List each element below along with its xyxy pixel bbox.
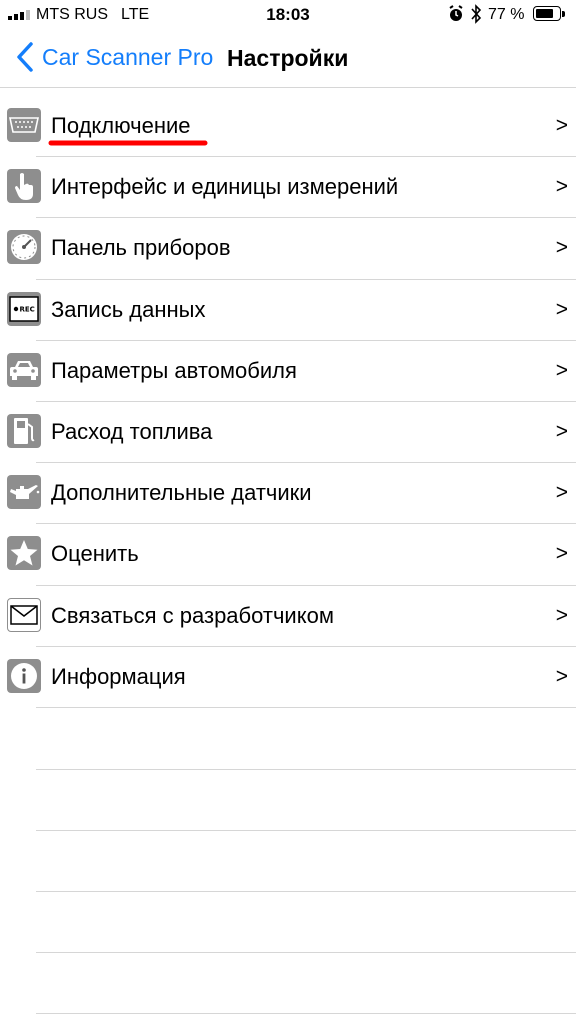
settings-item-label: Подключение xyxy=(51,113,191,138)
empty-divider xyxy=(36,830,576,831)
back-button-label: Car Scanner Pro xyxy=(42,43,214,70)
settings-item-rate[interactable]: Оценить > xyxy=(0,524,576,586)
oil-can-icon xyxy=(7,475,41,510)
divider xyxy=(36,706,576,708)
settings-item-contact-developer[interactable]: Связаться с разработчиком > xyxy=(0,586,576,647)
empty-divider xyxy=(36,891,576,892)
settings-item-label: Запись данных xyxy=(51,296,206,322)
chevron-right-icon: > xyxy=(555,542,568,566)
hand-pointer-icon xyxy=(7,169,41,204)
navigation-bar: Car Scanner Pro Настройки xyxy=(0,30,576,88)
empty-divider xyxy=(36,769,576,770)
empty-divider xyxy=(36,1013,576,1014)
chevron-right-icon: > xyxy=(555,297,568,321)
red-underline-annotation xyxy=(48,140,208,146)
page-title: Настройки xyxy=(227,45,349,71)
settings-item-extra-sensors[interactable]: Дополнительные датчики > xyxy=(0,463,576,525)
settings-item-label: Расход топлива xyxy=(51,418,213,444)
chevron-right-icon: > xyxy=(555,236,568,260)
obd-connector-icon xyxy=(7,108,41,142)
chevron-right-icon: > xyxy=(555,419,568,443)
settings-item-label: Параметры автомобиля xyxy=(51,357,297,383)
settings-item-connection[interactable]: Подключение > xyxy=(0,96,576,158)
settings-item-label: Связаться с разработчиком xyxy=(51,602,334,628)
chevron-right-icon: > xyxy=(555,481,568,505)
star-icon xyxy=(7,536,41,571)
settings-item-label: Интерфейс и единицы измерений xyxy=(51,174,399,200)
settings-list: Подключение > Интерфейс и единицы измере… xyxy=(0,96,576,708)
gauge-icon xyxy=(7,230,41,265)
bluetooth-icon xyxy=(470,4,482,29)
back-button[interactable]: Car Scanner Pro xyxy=(14,40,213,74)
settings-item-fuel-consumption[interactable]: Расход топлива > xyxy=(0,402,576,464)
settings-item-interface-units[interactable]: Интерфейс и единицы измерений > xyxy=(0,157,576,219)
car-icon xyxy=(7,352,41,387)
chevron-left-icon xyxy=(17,42,33,72)
chevron-right-icon: > xyxy=(555,603,568,627)
settings-item-dashboard[interactable]: Панель приборов > xyxy=(0,218,576,280)
settings-item-label: Панель приборов xyxy=(51,235,231,261)
settings-item-information[interactable]: Информация > xyxy=(0,647,576,708)
fuel-pump-icon xyxy=(7,413,41,448)
settings-item-vehicle-parameters[interactable]: Параметры автомобиля > xyxy=(0,341,576,402)
settings-item-label: Дополнительные датчики xyxy=(51,480,312,506)
info-icon xyxy=(7,658,41,693)
rec-icon: REC xyxy=(7,291,41,326)
settings-item-label: Оценить xyxy=(51,541,139,567)
empty-divider xyxy=(36,952,576,953)
status-bar: MTS RUS LTE 18:03 77 % xyxy=(0,0,576,30)
chevron-right-icon: > xyxy=(555,175,568,199)
alarm-icon xyxy=(448,5,464,28)
settings-item-data-recording[interactable]: REC Запись данных > xyxy=(0,280,576,341)
chevron-right-icon: > xyxy=(555,664,568,688)
envelope-icon xyxy=(7,597,41,632)
settings-item-label: Информация xyxy=(51,663,186,689)
battery-cap xyxy=(562,11,565,17)
battery-icon xyxy=(533,6,561,21)
chevron-right-icon: > xyxy=(555,358,568,382)
battery-percent: 77 % xyxy=(488,6,525,23)
chevron-right-icon: > xyxy=(555,114,568,137)
rec-label: REC xyxy=(20,305,35,313)
